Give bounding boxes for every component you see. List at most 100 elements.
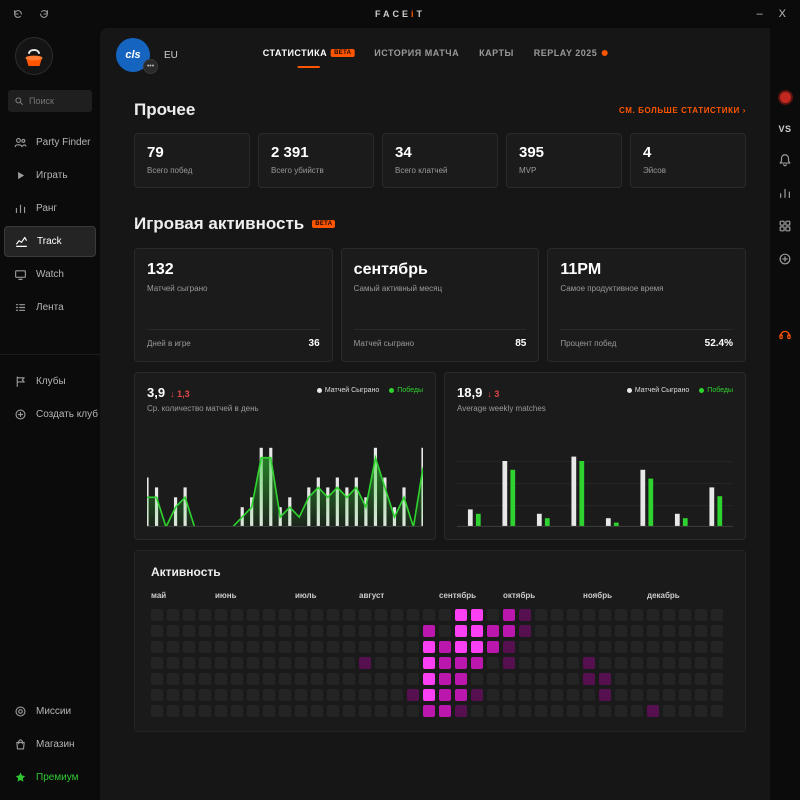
sidebar-item-create-club[interactable]: Создать клуб <box>0 398 100 431</box>
main-panel: cls ••• EU СТАТИСТИКА BETA ИСТОРИЯ МАТЧА… <box>100 28 770 800</box>
stat-value: 34 <box>395 144 485 161</box>
heatmap-cell <box>311 625 323 637</box>
heatmap-cell <box>599 705 611 717</box>
heatmap-month-labels: майиюньиюльавгустсентябрьоктябрьноябрьде… <box>151 591 729 603</box>
heatmap-cell <box>407 609 419 621</box>
heatmap-cell <box>407 673 419 685</box>
heatmap-cell <box>695 705 707 717</box>
activity-card-value: сентябрь <box>354 261 527 279</box>
heatmap-month-label: декабрь <box>647 591 680 600</box>
chart-plot-bar <box>457 439 733 527</box>
heatmap-cell <box>327 705 339 717</box>
heatmap-cell <box>423 705 435 717</box>
heatmap-cell <box>535 689 547 701</box>
chart-legend: Матчей Сыграно Победы <box>317 385 423 413</box>
heatmap-cell <box>151 673 163 685</box>
tab-3[interactable]: REPLAY 2025 <box>534 48 608 68</box>
activity-card-footer-label: Матчей сыграно <box>354 339 414 348</box>
sidebar-item-label: Party Finder <box>36 137 90 148</box>
sidebar-item-label: Играть <box>36 170 68 181</box>
heatmap-cell <box>471 657 483 669</box>
heatmap-cell <box>551 625 563 637</box>
heatmap-cell <box>631 609 643 621</box>
sidebar-item-party-finder[interactable]: Party Finder <box>0 126 100 159</box>
heatmap-title: Активность <box>151 565 729 579</box>
heatmap-cell <box>343 705 355 717</box>
faceit-logo[interactable] <box>14 36 54 76</box>
heatmap-cell <box>631 625 643 637</box>
heatmap-cell <box>439 609 451 621</box>
sidebar-item-track[interactable]: Track <box>4 226 96 257</box>
tab-label: КАРТЫ <box>479 48 514 58</box>
heatmap-cell <box>199 689 211 701</box>
heatmap-month-label: май <box>151 591 166 600</box>
heatmap-cell <box>375 705 387 717</box>
heatmap-cell <box>295 657 307 669</box>
heatmap-cell <box>263 673 275 685</box>
stat-label: Всего убийств <box>271 166 361 175</box>
sidebar-item-rank[interactable]: Ранг <box>0 192 100 225</box>
close-button[interactable]: X <box>779 9 786 20</box>
sidebar-item-watch[interactable]: Watch <box>0 258 100 291</box>
heatmap-cell <box>343 657 355 669</box>
heatmap-row <box>151 641 729 653</box>
heatmap-cell <box>183 609 195 621</box>
heatmap-cell <box>519 705 531 717</box>
heatmap-cell <box>407 657 419 669</box>
heatmap-cell <box>343 689 355 701</box>
tab-2[interactable]: КАРТЫ <box>479 48 514 68</box>
heatmap-cell <box>327 673 339 685</box>
heatmap-cell <box>231 625 243 637</box>
sidebar-item-premium[interactable]: Премиум <box>0 761 100 794</box>
notification-beacon-icon[interactable] <box>778 90 793 105</box>
more-stats-link[interactable]: СМ. БОЛЬШЕ СТАТИСТИКИ › <box>619 106 746 115</box>
more-options-button[interactable]: ••• <box>143 59 158 74</box>
heatmap-cell <box>327 657 339 669</box>
bell-icon[interactable] <box>778 153 792 167</box>
heatmap-row <box>151 705 729 717</box>
sidebar-item-feed[interactable]: Лента <box>0 291 100 324</box>
tab-1[interactable]: ИСТОРИЯ МАТЧА <box>374 48 459 68</box>
activity-card-footer-value: 52.4% <box>705 338 733 349</box>
sidebar-item-shop[interactable]: Магазин <box>0 728 100 761</box>
tab-bar: СТАТИСТИКА BETA ИСТОРИЯ МАТЧА КАРТЫ REPL… <box>263 48 608 68</box>
heatmap-cell <box>375 673 387 685</box>
add-widget-icon[interactable] <box>778 252 792 266</box>
sidebar-nav-bottom: Миссии Магазин Премиум <box>0 695 100 800</box>
stats-row: 79 Всего побед 2 391 Всего убийств 34 Вс… <box>134 133 746 188</box>
search-input[interactable] <box>29 96 89 106</box>
clubs-icon <box>14 375 27 388</box>
heatmap-cell <box>551 657 563 669</box>
activity-cards-row: 132 Матчей сыграно Дней в игре 36 сентяб… <box>134 248 746 362</box>
heatmap-cell <box>423 657 435 669</box>
sidebar-item-clubs[interactable]: Клубы <box>0 365 100 398</box>
apps-grid-icon[interactable] <box>778 219 792 233</box>
heatmap-cell <box>263 705 275 717</box>
back-icon[interactable] <box>12 8 24 20</box>
heatmap-cell <box>599 609 611 621</box>
refresh-icon[interactable] <box>38 8 50 20</box>
activity-card: сентябрь Самый активный месяц Матчей сыг… <box>341 248 540 362</box>
heatmap-cell <box>711 673 723 685</box>
heatmap-cell <box>231 705 243 717</box>
vs-badge[interactable]: VS <box>778 124 791 134</box>
heatmap-cell <box>535 705 547 717</box>
heatmap-cell <box>647 609 659 621</box>
heatmap-cell <box>647 625 659 637</box>
heatmap-cell <box>711 689 723 701</box>
heatmap-cell <box>311 657 323 669</box>
sidebar-item-play[interactable]: Играть <box>0 159 100 192</box>
minimize-button[interactable]: – <box>757 9 763 20</box>
heatmap-cell <box>279 705 291 717</box>
sidebar-item-missions[interactable]: Миссии <box>0 695 100 728</box>
voice-headset-icon[interactable] <box>778 327 792 341</box>
heatmap-row <box>151 689 729 701</box>
heatmap-cell <box>215 657 227 669</box>
stats-panel-icon[interactable] <box>778 186 792 200</box>
tab-label: СТАТИСТИКА <box>263 48 327 58</box>
heatmap-cell <box>487 609 499 621</box>
legend-dot-matches <box>627 388 632 393</box>
search-box[interactable] <box>8 90 92 112</box>
tab-0[interactable]: СТАТИСТИКА BETA <box>263 48 355 68</box>
heatmap-cell <box>439 705 451 717</box>
